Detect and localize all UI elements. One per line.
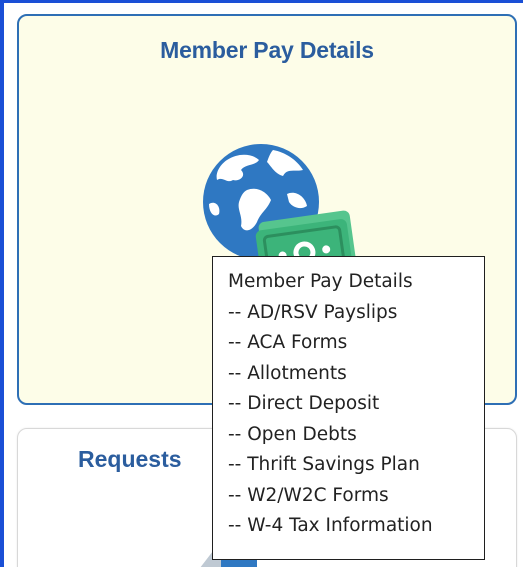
tooltip-item-allotments: -- Allotments [228,362,347,384]
tooltip-item-w4-tax: -- W-4 Tax Information [228,515,433,536]
page: Member Pay Details Requests Member Pay D… [0,0,523,567]
window-left-border [0,0,4,567]
tooltip-item-aca-forms: -- ACA Forms [228,332,348,353]
tooltip-item-thrift-savings: -- Thrift Savings Plan [228,454,420,475]
window-top-border [0,0,523,3]
member-pay-details-tooltip: Member Pay Details -- AD/RSV Payslips --… [212,256,485,560]
tooltip-item-direct-deposit: -- Direct Deposit [228,393,380,414]
tooltip-item-open-debts: -- Open Debts [228,423,357,445]
tooltip-item-w2-forms: -- W2/W2C Forms [228,484,389,506]
tooltip-title: Member Pay Details [228,271,413,292]
tooltip-item-payslips: -- AD/RSV Payslips [228,301,398,323]
card-title: Member Pay Details [160,37,374,63]
card-title: Requests [78,446,182,472]
